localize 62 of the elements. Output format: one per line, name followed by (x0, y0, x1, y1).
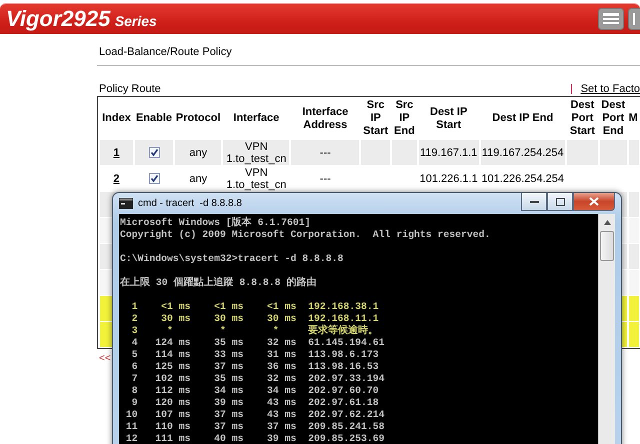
table-cell: any (189, 146, 208, 158)
console-line: 10 107 ms 37 ms 43 ms 202.97.62.214 (124, 409, 385, 421)
column-header: Src IP Start (362, 98, 390, 139)
table-row[interactable]: 1 any VPN 1.to_test_cn --- 119.167.1.1 119.167.254.254 (100, 140, 639, 165)
column-header: Dest Port End (600, 98, 626, 139)
section-title: Policy Route (98, 83, 162, 95)
console-line: 4 124 ms 35 ms 32 ms 61.145.194.61 (130, 337, 385, 349)
column-header: Dest Port Start (568, 98, 596, 139)
console-line: 6 125 ms 37 ms 36 ms 113.98.16.53 (130, 361, 379, 373)
column-header: Dest IP Start (429, 104, 468, 132)
close-icon (589, 197, 599, 206)
column-header: Enable (134, 111, 174, 126)
window-title: cmd - tracert -d 8.8.8.8 (138, 198, 243, 209)
list-icon[interactable] (598, 8, 624, 30)
enable-checkbox[interactable] (148, 147, 160, 158)
console-line: 8 112 ms 34 ms 34 ms 202.97.60.70 (130, 385, 379, 397)
scroll-thumb[interactable] (600, 231, 614, 261)
table-cell: 101.226.254.254 (481, 172, 564, 184)
column-header: Protocol (175, 111, 222, 126)
previous-page-link[interactable]: << (97, 353, 113, 364)
column-header: Dest IP End (491, 111, 554, 126)
console-line: 5 114 ms 33 ms 31 ms 113.98.6.173 (130, 349, 379, 361)
console-line: 12 111 ms 40 ms 39 ms 209.85.253.69 (124, 433, 385, 444)
console-icon (119, 198, 133, 209)
console-line: 3 * * * 要求等候逾時。 (130, 325, 378, 337)
table-cell: --- (320, 172, 331, 184)
index-link[interactable]: 2 (113, 172, 120, 184)
enable-checkbox[interactable] (148, 173, 160, 184)
console-line: C:\Windows\system32>tracert -d 8.8.8.8 (120, 253, 344, 265)
page-title: Load-Balance/Route Policy (97, 46, 640, 66)
logout-icon[interactable] (628, 8, 640, 30)
console-line: 9 120 ms 39 ms 43 ms 202.97.61.18 (130, 397, 379, 409)
minimize-button[interactable] (521, 193, 547, 211)
column-header: Src IP End (393, 98, 416, 139)
table-cell: 101.226.1.1 (420, 172, 478, 184)
set-to-factory-link[interactable]: Set to Facto (580, 83, 640, 95)
interface-cell: VPN 1.to_test_cn (226, 166, 286, 190)
column-header: M (628, 111, 639, 126)
index-link[interactable]: 1 (113, 146, 120, 158)
close-button[interactable] (573, 193, 615, 211)
table-row[interactable]: 2 any VPN 1.to_test_cn --- 101.226.1.1 101.226.254.254 (100, 166, 639, 191)
console-line: 在上限 30 個躍點上追蹤 8.8.8.8 的路由 (120, 277, 316, 289)
table-cell: 119.167.254.254 (482, 146, 564, 158)
table-cell: any (189, 172, 208, 184)
scroll-up-icon[interactable] (604, 220, 610, 225)
scrollbar[interactable] (598, 214, 615, 444)
console-line: Microsoft Windows [版本 6.1.7601] (120, 217, 310, 229)
console-line: 11 110 ms 37 ms 37 ms 209.85.241.58 (124, 421, 385, 433)
maximize-icon (556, 198, 564, 206)
maximize-button[interactable] (547, 193, 573, 211)
console-line: Copyright (c) 2009 Microsoft Corporation. All rights reserved. (120, 229, 490, 241)
table-cell: 119.167.1.1 (420, 146, 478, 158)
table-cell: --- (320, 146, 331, 158)
minimize-icon (530, 200, 538, 203)
console-line: 2 30 ms 30 ms 30 ms 192.168.11.1 (130, 313, 379, 324)
column-header: Interface (232, 111, 280, 126)
brand-logo: Vigor2925 Series (5, 6, 157, 32)
interface-cell: VPN 1.to_test_cn (226, 140, 286, 164)
column-header: Index (101, 111, 132, 126)
column-header: Interface Address (301, 104, 350, 132)
console-line: 7 102 ms 35 ms 32 ms 202.97.33.194 (130, 373, 385, 385)
console-line: 1 <1 ms <1 ms <1 ms 192.168.38.1 (130, 301, 379, 313)
